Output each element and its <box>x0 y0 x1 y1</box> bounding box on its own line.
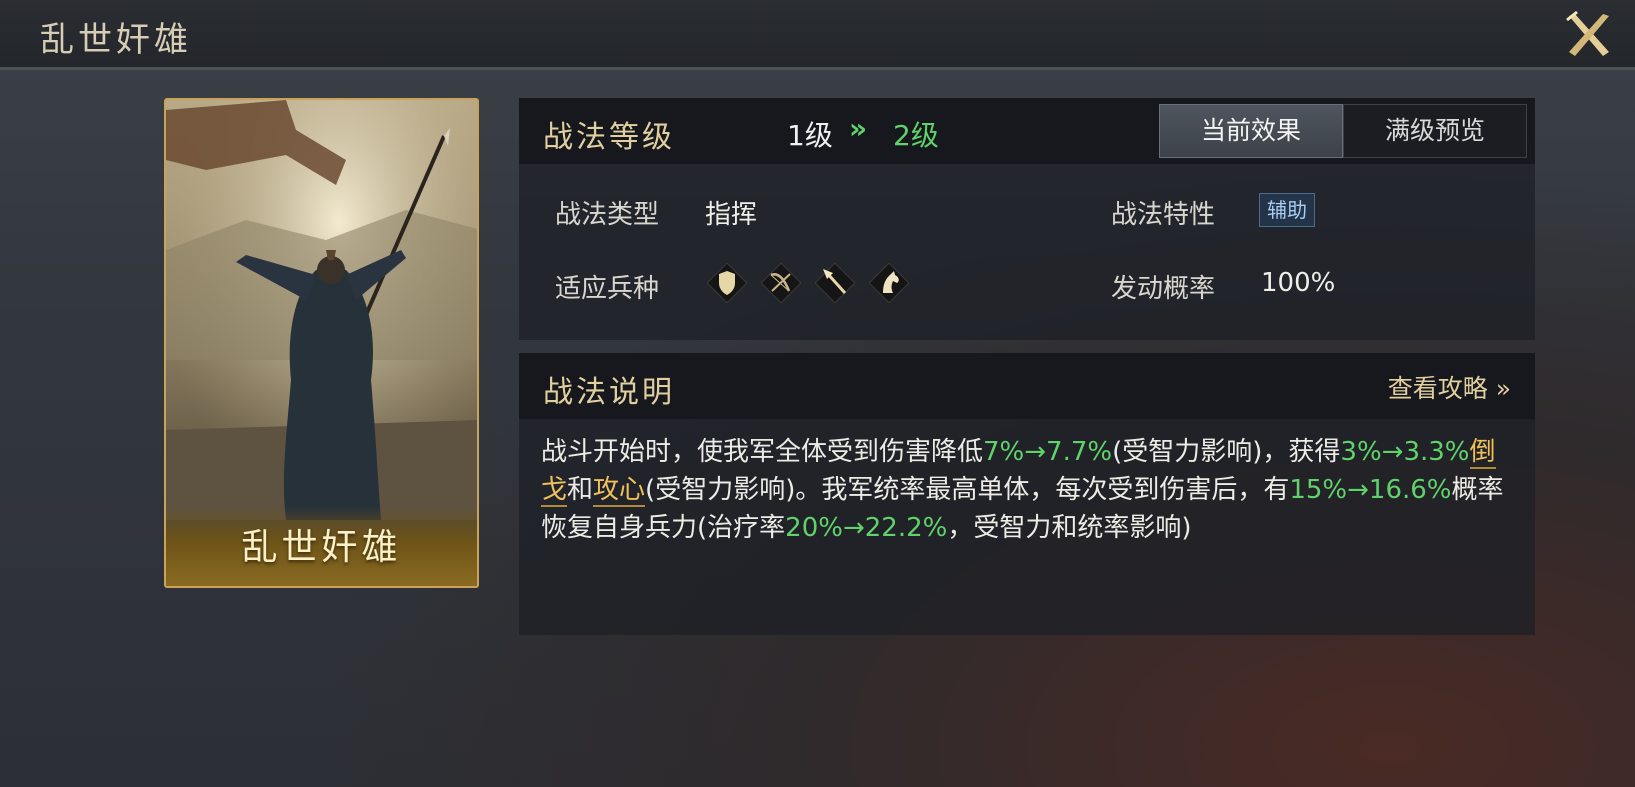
description-header: 战法说明 查看攻略 » <box>519 353 1535 419</box>
probability-value: 100% <box>1261 268 1336 298</box>
level-next: 2级 <box>893 119 939 152</box>
description-title: 战法说明 <box>543 375 675 410</box>
top-bar: 乱世奸雄 <box>0 0 1635 70</box>
card-name: 乱世奸雄 <box>241 527 402 568</box>
close-icon <box>1566 10 1609 56</box>
desc-value-damage-reduction: 7%→7.7% <box>983 437 1113 467</box>
desc-segment: 和 <box>567 475 594 505</box>
tab-current-effect[interactable]: 当前效果 <box>1159 104 1343 158</box>
probability-label: 发动概率 <box>1111 274 1216 304</box>
trait-label: 战法特性 <box>1111 200 1216 230</box>
desc-value-heal-chance: 15%→16.6% <box>1289 475 1452 505</box>
level-current: 1级 <box>787 119 833 152</box>
desc-segment: (受智力影响)，获得 <box>1112 437 1341 467</box>
skill-description-panel: 战法说明 查看攻略 » 战斗开始时，使我军全体受到伤害降低7%→7.7%(受智力… <box>519 353 1535 635</box>
type-label: 战法类型 <box>555 200 660 230</box>
desc-value-heal-rate: 20%→22.2% <box>785 513 948 543</box>
spear-icon <box>813 261 857 305</box>
bow-icon <box>759 261 803 305</box>
desc-value-status-chance: 3%→3.3% <box>1340 437 1470 467</box>
page-title: 乱世奸雄 <box>40 20 192 60</box>
desc-segment: 战斗开始时，使我军全体受到伤害降低 <box>541 437 984 467</box>
skill-info-panel: 战法等级 1级 » 2级 当前效果 满级预览 战法类型 指挥 战法特性 辅助 适… <box>519 98 1535 340</box>
keyword-gongxin[interactable]: 攻心 <box>593 475 646 507</box>
level-header: 战法等级 1级 » 2级 当前效果 满级预览 <box>519 98 1535 164</box>
tab-max-preview[interactable]: 满级预览 <box>1343 104 1527 158</box>
trait-badge: 辅助 <box>1259 193 1315 227</box>
level-arrow-icon: » <box>849 112 867 145</box>
shield-icon <box>705 261 749 305</box>
type-value: 指挥 <box>705 200 758 230</box>
view-guide-link[interactable]: 查看攻略 » <box>1388 369 1511 405</box>
desc-segment: (受智力影响)。我军统率最高单体，每次受到伤害后，有 <box>645 475 1290 505</box>
desc-segment: ，受智力和统率影响) <box>947 513 1192 543</box>
horse-icon <box>867 261 911 305</box>
units-label: 适应兵种 <box>555 274 660 304</box>
description-text: 战斗开始时，使我军全体受到伤害降低7%→7.7%(受智力影响)，获得3%→3.3… <box>541 433 1521 547</box>
skill-card: 乱世奸雄 <box>164 98 479 588</box>
level-title: 战法等级 <box>543 120 675 155</box>
close-button[interactable] <box>1563 10 1615 60</box>
